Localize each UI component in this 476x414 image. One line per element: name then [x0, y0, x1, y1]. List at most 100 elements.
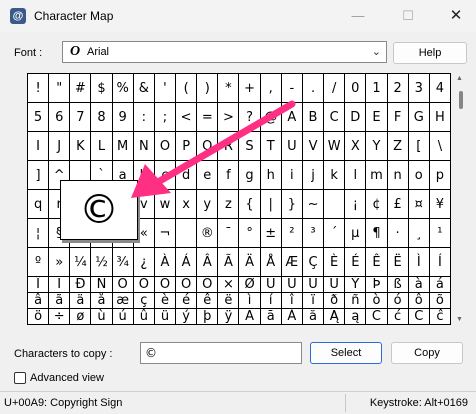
character-cell[interactable]: K: [70, 132, 92, 161]
character-cell[interactable]: Î: [28, 277, 50, 293]
character-cell[interactable]: ñ: [345, 293, 367, 309]
character-cell[interactable]: ĉ: [429, 309, 451, 325]
character-cell[interactable]: Ā: [239, 309, 261, 325]
character-cell[interactable]: ¤: [408, 190, 430, 219]
character-cell[interactable]: 1: [366, 74, 388, 103]
character-cell[interactable]: Ã: [218, 248, 240, 277]
character-cell[interactable]: E: [366, 103, 388, 132]
character-cell[interactable]: Â: [197, 248, 219, 277]
character-cell[interactable]: À: [154, 248, 177, 277]
character-cell[interactable]: ¥: [429, 190, 451, 219]
character-cell[interactable]: ì: [239, 293, 261, 309]
character-cell[interactable]: ": [49, 74, 71, 103]
character-cell[interactable]: B: [302, 103, 325, 132]
character-cell[interactable]: ý: [176, 309, 198, 325]
character-cell[interactable]: à: [408, 277, 430, 293]
copy-button[interactable]: Copy: [391, 342, 463, 364]
character-cell[interactable]: Ą: [324, 309, 346, 325]
character-cell[interactable]: Í: [429, 248, 451, 277]
character-cell[interactable]: ¸: [408, 219, 430, 248]
character-cell[interactable]: 4: [429, 74, 451, 103]
scroll-up-icon[interactable]: ▲: [456, 75, 463, 82]
character-cell[interactable]: 0: [345, 74, 367, 103]
character-cell[interactable]: å: [91, 293, 113, 309]
character-cell[interactable]: ë: [218, 293, 240, 309]
character-cell[interactable]: »: [49, 248, 71, 277]
character-cell[interactable]: ê: [197, 293, 219, 309]
character-cell[interactable]: Ñ: [91, 277, 113, 293]
character-cell[interactable]: w: [154, 190, 177, 219]
character-cell[interactable]: J: [49, 132, 71, 161]
character-cell[interactable]: \: [429, 132, 451, 161]
character-cell[interactable]: ¢: [366, 190, 388, 219]
scroll-down-icon[interactable]: ▼: [456, 316, 463, 323]
character-cell[interactable]: ): [197, 74, 219, 103]
character-cell[interactable]: Q: [197, 132, 219, 161]
character-cell[interactable]: Û: [302, 277, 325, 293]
character-cell[interactable]: z: [218, 190, 240, 219]
character-cell[interactable]: ã: [49, 293, 71, 309]
character-cell[interactable]: ¶: [366, 219, 388, 248]
character-cell[interactable]: !: [28, 74, 50, 103]
chevron-down-icon[interactable]: ⌄: [372, 45, 381, 58]
character-cell[interactable]: O: [154, 132, 177, 161]
character-cell[interactable]: {: [239, 190, 261, 219]
character-cell[interactable]: ·: [387, 219, 409, 248]
character-cell[interactable]: Ò: [112, 277, 134, 293]
character-cell[interactable]: 2: [387, 74, 409, 103]
character-cell[interactable]: /: [324, 74, 346, 103]
character-cell[interactable]: A: [281, 103, 303, 132]
character-cell[interactable]: l: [345, 161, 367, 190]
character-cell[interactable]: Y: [366, 132, 388, 161]
character-cell[interactable]: 6: [49, 103, 71, 132]
character-cell[interactable]: Õ: [176, 277, 198, 293]
character-cell[interactable]: ¡: [345, 190, 367, 219]
character-cell[interactable]: R: [218, 132, 240, 161]
character-cell[interactable]: Þ: [366, 277, 388, 293]
character-cell[interactable]: ½: [91, 248, 113, 277]
character-cell[interactable]: ä: [70, 293, 92, 309]
character-cell[interactable]: Å: [260, 248, 282, 277]
character-cell[interactable]: Ö: [197, 277, 219, 293]
scrollbar-thumb[interactable]: [459, 91, 463, 109]
grid-scrollbar[interactable]: ▲ ▼: [455, 73, 467, 325]
character-cell[interactable]: ¦: [28, 219, 50, 248]
character-cell[interactable]: D: [345, 103, 367, 132]
character-cell[interactable]: õ: [429, 293, 451, 309]
character-cell[interactable]: [: [408, 132, 430, 161]
character-cell[interactable]: ć: [387, 309, 409, 325]
character-cell[interactable]: ö: [28, 309, 50, 325]
character-cell[interactable]: c: [154, 161, 177, 190]
character-cell[interactable]: è: [154, 293, 177, 309]
character-cell[interactable]: ÷: [49, 309, 71, 325]
character-cell[interactable]: á: [429, 277, 451, 293]
character-cell[interactable]: î: [281, 293, 303, 309]
character-cell[interactable]: k: [324, 161, 346, 190]
character-cell[interactable]: T: [260, 132, 282, 161]
character-cell[interactable]: ÿ: [218, 309, 240, 325]
character-cell[interactable]: ~: [302, 190, 325, 219]
character-cell[interactable]: j: [302, 161, 325, 190]
character-cell[interactable]: ó: [387, 293, 409, 309]
character-cell[interactable]: ú: [112, 309, 134, 325]
character-cell[interactable]: Ă: [281, 309, 303, 325]
character-cell[interactable]: Ü: [324, 277, 346, 293]
character-cell[interactable]: d: [176, 161, 198, 190]
character-cell[interactable]: &: [133, 74, 155, 103]
character-cell[interactable]: ā: [260, 309, 282, 325]
character-cell[interactable]: 8: [91, 103, 113, 132]
character-cell[interactable]: *: [218, 74, 240, 103]
character-cell[interactable]: >: [218, 103, 240, 132]
character-cell[interactable]: |: [260, 190, 282, 219]
character-cell[interactable]: i: [281, 161, 303, 190]
character-cell[interactable]: â: [28, 293, 50, 309]
character-cell[interactable]: ;: [154, 103, 177, 132]
character-cell[interactable]: %: [112, 74, 134, 103]
character-cell[interactable]: µ: [345, 219, 367, 248]
character-cell[interactable]: @: [260, 103, 282, 132]
character-cell[interactable]: #: [70, 74, 92, 103]
character-cell[interactable]: ²: [281, 219, 303, 248]
character-cell[interactable]: í: [260, 293, 282, 309]
character-cell[interactable]: <: [176, 103, 198, 132]
character-cell[interactable]: +: [239, 74, 261, 103]
